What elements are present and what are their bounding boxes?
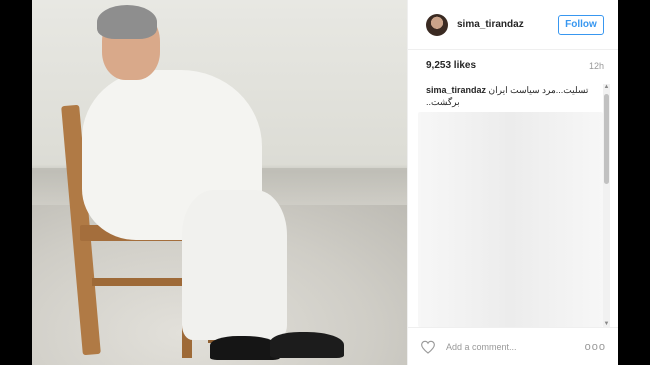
post-meta: 9,253 likes 12h [426,60,604,71]
heart-icon[interactable] [420,340,436,354]
avatar[interactable] [426,13,448,36]
post-caption: sima_tirandaz تسلیت...مرد سیاست ایران بر… [426,84,596,108]
post-side-panel: sima_tirandaz Follow 9,253 likes 12h sim… [407,0,618,365]
scrollbar-thumb[interactable] [604,94,609,184]
more-options-icon[interactable]: ooo [585,341,606,353]
man-hair [97,5,157,39]
header-username[interactable]: sima_tirandaz [457,19,558,30]
man-shoe [270,332,344,358]
follow-button[interactable]: Follow [558,14,604,35]
likes-count[interactable]: 9,253 likes [426,60,476,71]
instagram-post: sima_tirandaz Follow 9,253 likes 12h sim… [32,0,618,365]
comments-list[interactable] [418,112,603,327]
man-legs [182,190,287,340]
scroll-up-arrow-icon[interactable]: ▲ [603,84,610,91]
comment-input[interactable] [446,341,585,352]
post-footer: ooo [408,327,618,365]
post-time[interactable]: 12h [589,61,604,71]
comments-scrollbar[interactable]: ▲ ▼ [603,84,610,328]
post-photo[interactable] [32,0,407,365]
post-header: sima_tirandaz Follow [408,0,618,50]
caption-username[interactable]: sima_tirandaz [426,85,486,95]
